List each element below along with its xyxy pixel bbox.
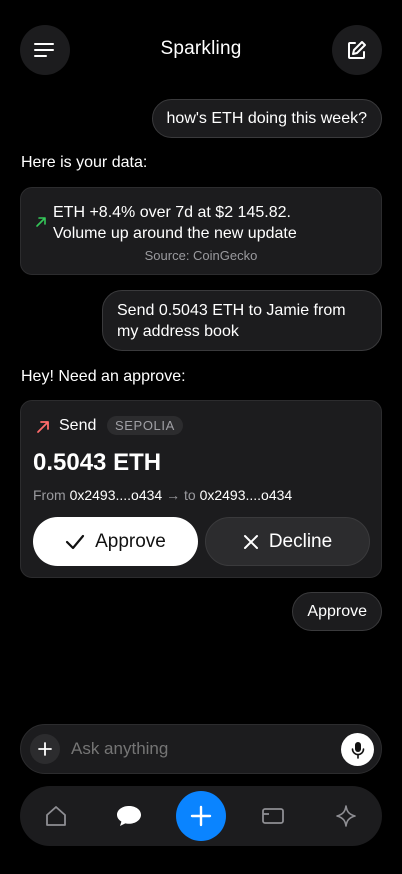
from-label: From bbox=[33, 487, 66, 503]
user-message-text: Approve bbox=[307, 602, 367, 620]
plus-icon bbox=[190, 805, 212, 827]
market-data-card: ETH +8.4% over 7d at $2 145.82. Volume u… bbox=[20, 187, 382, 275]
user-message-text-line-1: Send 0.5043 ETH to Jamie from bbox=[117, 302, 346, 319]
nav-chat[interactable] bbox=[99, 791, 159, 841]
chat-input[interactable] bbox=[71, 737, 321, 761]
trend-up-icon bbox=[36, 217, 46, 227]
attach-button[interactable] bbox=[30, 734, 60, 764]
nav-discover[interactable] bbox=[316, 791, 376, 841]
tx-amount: 0.5043 ETH bbox=[33, 449, 162, 476]
home-icon bbox=[46, 806, 67, 826]
bottom-nav bbox=[20, 786, 382, 846]
user-message: Approve bbox=[292, 592, 382, 631]
sparkle-icon bbox=[335, 805, 356, 827]
tx-route: From 0x2493....o434 → to 0x2493....o434 bbox=[33, 487, 292, 503]
close-icon bbox=[243, 534, 258, 549]
nav-new[interactable] bbox=[171, 791, 231, 841]
user-message-text: how's ETH doing this week? bbox=[166, 109, 367, 127]
network-badge: SEPOLIA bbox=[107, 416, 183, 435]
nav-wallet[interactable] bbox=[243, 791, 303, 841]
market-summary-line-1: ETH +8.4% over 7d at $2 145.82. bbox=[53, 204, 291, 221]
decline-button[interactable]: Decline bbox=[205, 517, 370, 566]
tx-action: Send bbox=[59, 417, 97, 434]
route-arrow: → bbox=[166, 487, 181, 503]
approve-button[interactable]: Approve bbox=[33, 517, 198, 566]
user-message: how's ETH doing this week? bbox=[151, 99, 382, 138]
from-address: 0x2493....o434 bbox=[69, 487, 163, 503]
voice-button[interactable] bbox=[341, 733, 374, 766]
compose-button[interactable] bbox=[332, 25, 382, 75]
approve-label: Approve bbox=[95, 530, 166, 552]
to-label: to bbox=[183, 487, 196, 503]
assistant-message: Hey! Need an approve: bbox=[21, 368, 186, 385]
card-icon bbox=[262, 808, 285, 824]
new-action-button[interactable] bbox=[175, 791, 226, 841]
chat-bubble-icon bbox=[116, 806, 141, 826]
microphone-icon bbox=[351, 741, 364, 759]
data-source: Source: CoinGecko bbox=[144, 248, 258, 263]
plus-icon bbox=[38, 742, 52, 756]
user-message: Send 0.5043 ETH to Jamie from my address… bbox=[102, 290, 382, 351]
market-summary-line-2: Volume up around the new update bbox=[53, 225, 297, 242]
to-address: 0x2493....o434 bbox=[199, 487, 293, 503]
decline-label: Decline bbox=[268, 530, 333, 552]
transaction-card: Send SEPOLIA 0.5043 ETH From 0x2493....o… bbox=[20, 400, 382, 578]
send-arrow-icon bbox=[37, 421, 49, 433]
checkmark-icon bbox=[66, 534, 85, 549]
compose-icon bbox=[348, 41, 366, 59]
user-message-text-line-2: my address book bbox=[117, 323, 239, 340]
assistant-message: Here is your data: bbox=[21, 154, 148, 171]
composer bbox=[20, 724, 382, 774]
nav-home[interactable] bbox=[26, 791, 86, 841]
